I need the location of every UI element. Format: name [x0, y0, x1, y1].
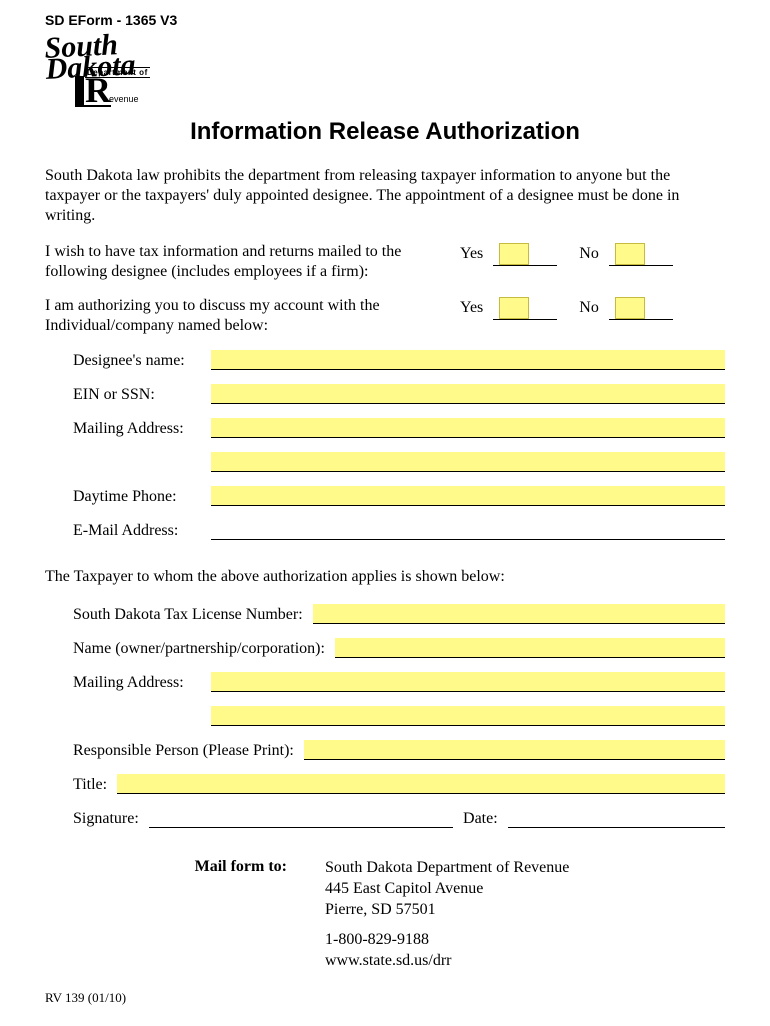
no-field-1 — [609, 242, 673, 266]
logo-r-letter: R — [75, 76, 111, 107]
question-discuss-account: I am authorizing you to discuss my accou… — [45, 296, 725, 336]
mail-line-2: 445 East Capitol Avenue — [325, 879, 569, 900]
email-label: E-Mail Address: — [73, 522, 201, 540]
page-title: Information Release Authorization — [45, 118, 725, 146]
tax-license-label: South Dakota Tax License Number: — [73, 606, 303, 624]
question-mail-designee: I wish to have tax information and retur… — [45, 242, 725, 282]
taxpayer-name-input[interactable] — [335, 638, 725, 658]
tax-license-input[interactable] — [313, 604, 725, 624]
title-input[interactable] — [117, 774, 725, 794]
date-input[interactable] — [508, 808, 725, 828]
taxpayer-mailing-input-1[interactable] — [211, 672, 725, 692]
signature-label: Signature: — [73, 810, 139, 828]
form-identifier: SD EForm - 1365 V3 — [45, 12, 725, 28]
sd-revenue-logo: South Dakota Department of R evenue — [45, 30, 195, 100]
no-label-1: No — [579, 245, 599, 263]
no-field-2 — [609, 296, 673, 320]
designee-mailing-input-2[interactable] — [211, 452, 725, 472]
yes-field-2 — [493, 296, 557, 320]
signature-input[interactable] — [149, 808, 453, 828]
mail-phone: 1-800-829-9188 — [325, 930, 569, 951]
mail-line-1: South Dakota Department of Revenue — [325, 858, 569, 879]
question-2-text: I am authorizing you to discuss my accou… — [45, 296, 450, 336]
designee-mailing-label: Mailing Address: — [73, 420, 201, 438]
title-label: Title: — [73, 776, 107, 794]
taxpayer-mailing-label: Mailing Address: — [73, 674, 201, 692]
date-label: Date: — [463, 810, 498, 828]
no-checkbox-1[interactable] — [615, 243, 645, 265]
no-checkbox-2[interactable] — [615, 297, 645, 319]
taxpayer-name-label: Name (owner/partnership/corporation): — [73, 640, 325, 658]
taxpayer-section-intro: The Taxpayer to whom the above authoriza… — [45, 568, 725, 586]
question-1-text: I wish to have tax information and retur… — [45, 242, 450, 282]
mail-to-section: Mail form to: South Dakota Department of… — [45, 858, 725, 972]
yes-field-1 — [493, 242, 557, 266]
responsible-person-input[interactable] — [304, 740, 725, 760]
email-input[interactable] — [211, 520, 725, 540]
designee-name-input[interactable] — [211, 350, 725, 370]
designee-mailing-input-1[interactable] — [211, 418, 725, 438]
mail-line-3: Pierre, SD 57501 — [325, 900, 569, 921]
yes-checkbox-1[interactable] — [499, 243, 529, 265]
daytime-phone-input[interactable] — [211, 486, 725, 506]
designee-name-label: Designee's name: — [73, 352, 201, 370]
yes-label-1: Yes — [460, 245, 483, 263]
taxpayer-mailing-input-2[interactable] — [211, 706, 725, 726]
daytime-phone-label: Daytime Phone: — [73, 488, 201, 506]
mail-web: www.state.sd.us/drr — [325, 951, 569, 972]
yes-label-2: Yes — [460, 299, 483, 317]
yes-checkbox-2[interactable] — [499, 297, 529, 319]
responsible-person-label: Responsible Person (Please Print): — [73, 742, 294, 760]
intro-paragraph: South Dakota law prohibits the departmen… — [45, 166, 725, 226]
ein-ssn-input[interactable] — [211, 384, 725, 404]
footer-form-id: RV 139 (01/10) — [45, 990, 725, 1006]
mail-to-label: Mail form to: — [45, 858, 325, 972]
ein-ssn-label: EIN or SSN: — [73, 386, 201, 404]
logo-evenue-text: evenue — [109, 94, 139, 104]
no-label-2: No — [579, 299, 599, 317]
